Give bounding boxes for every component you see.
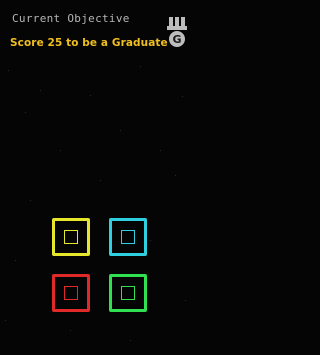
star <box>120 130 121 131</box>
green-pad[interactable] <box>109 274 147 312</box>
star <box>185 300 186 301</box>
star <box>8 70 9 71</box>
star <box>70 330 71 331</box>
rank-badge-icon[interactable]: G <box>167 17 187 51</box>
green-pad-center <box>121 286 135 300</box>
star <box>30 200 31 201</box>
yellow-pad[interactable] <box>52 218 90 256</box>
badge-ribbon-left <box>169 17 173 27</box>
star <box>100 180 101 181</box>
red-pad-center <box>64 286 78 300</box>
objective-text: Score 25 to be a Graduate <box>10 37 168 49</box>
badge-ribbon-center <box>175 17 179 27</box>
star <box>60 150 61 151</box>
star <box>40 90 41 91</box>
star <box>15 260 16 261</box>
objective-label: Current Objective <box>12 12 130 25</box>
star <box>150 240 151 241</box>
star <box>160 150 161 151</box>
star <box>90 95 91 96</box>
badge-bar <box>167 26 187 30</box>
badge-ribbon-right <box>181 17 185 27</box>
star <box>175 175 176 176</box>
star <box>140 66 141 67</box>
star <box>25 112 26 113</box>
cyan-pad[interactable] <box>109 218 147 256</box>
star <box>5 320 6 321</box>
star <box>130 340 131 341</box>
cyan-pad-center <box>121 230 135 244</box>
star <box>182 96 183 97</box>
red-pad[interactable] <box>52 274 90 312</box>
badge-letter: G <box>172 33 181 46</box>
yellow-pad-center <box>64 230 78 244</box>
